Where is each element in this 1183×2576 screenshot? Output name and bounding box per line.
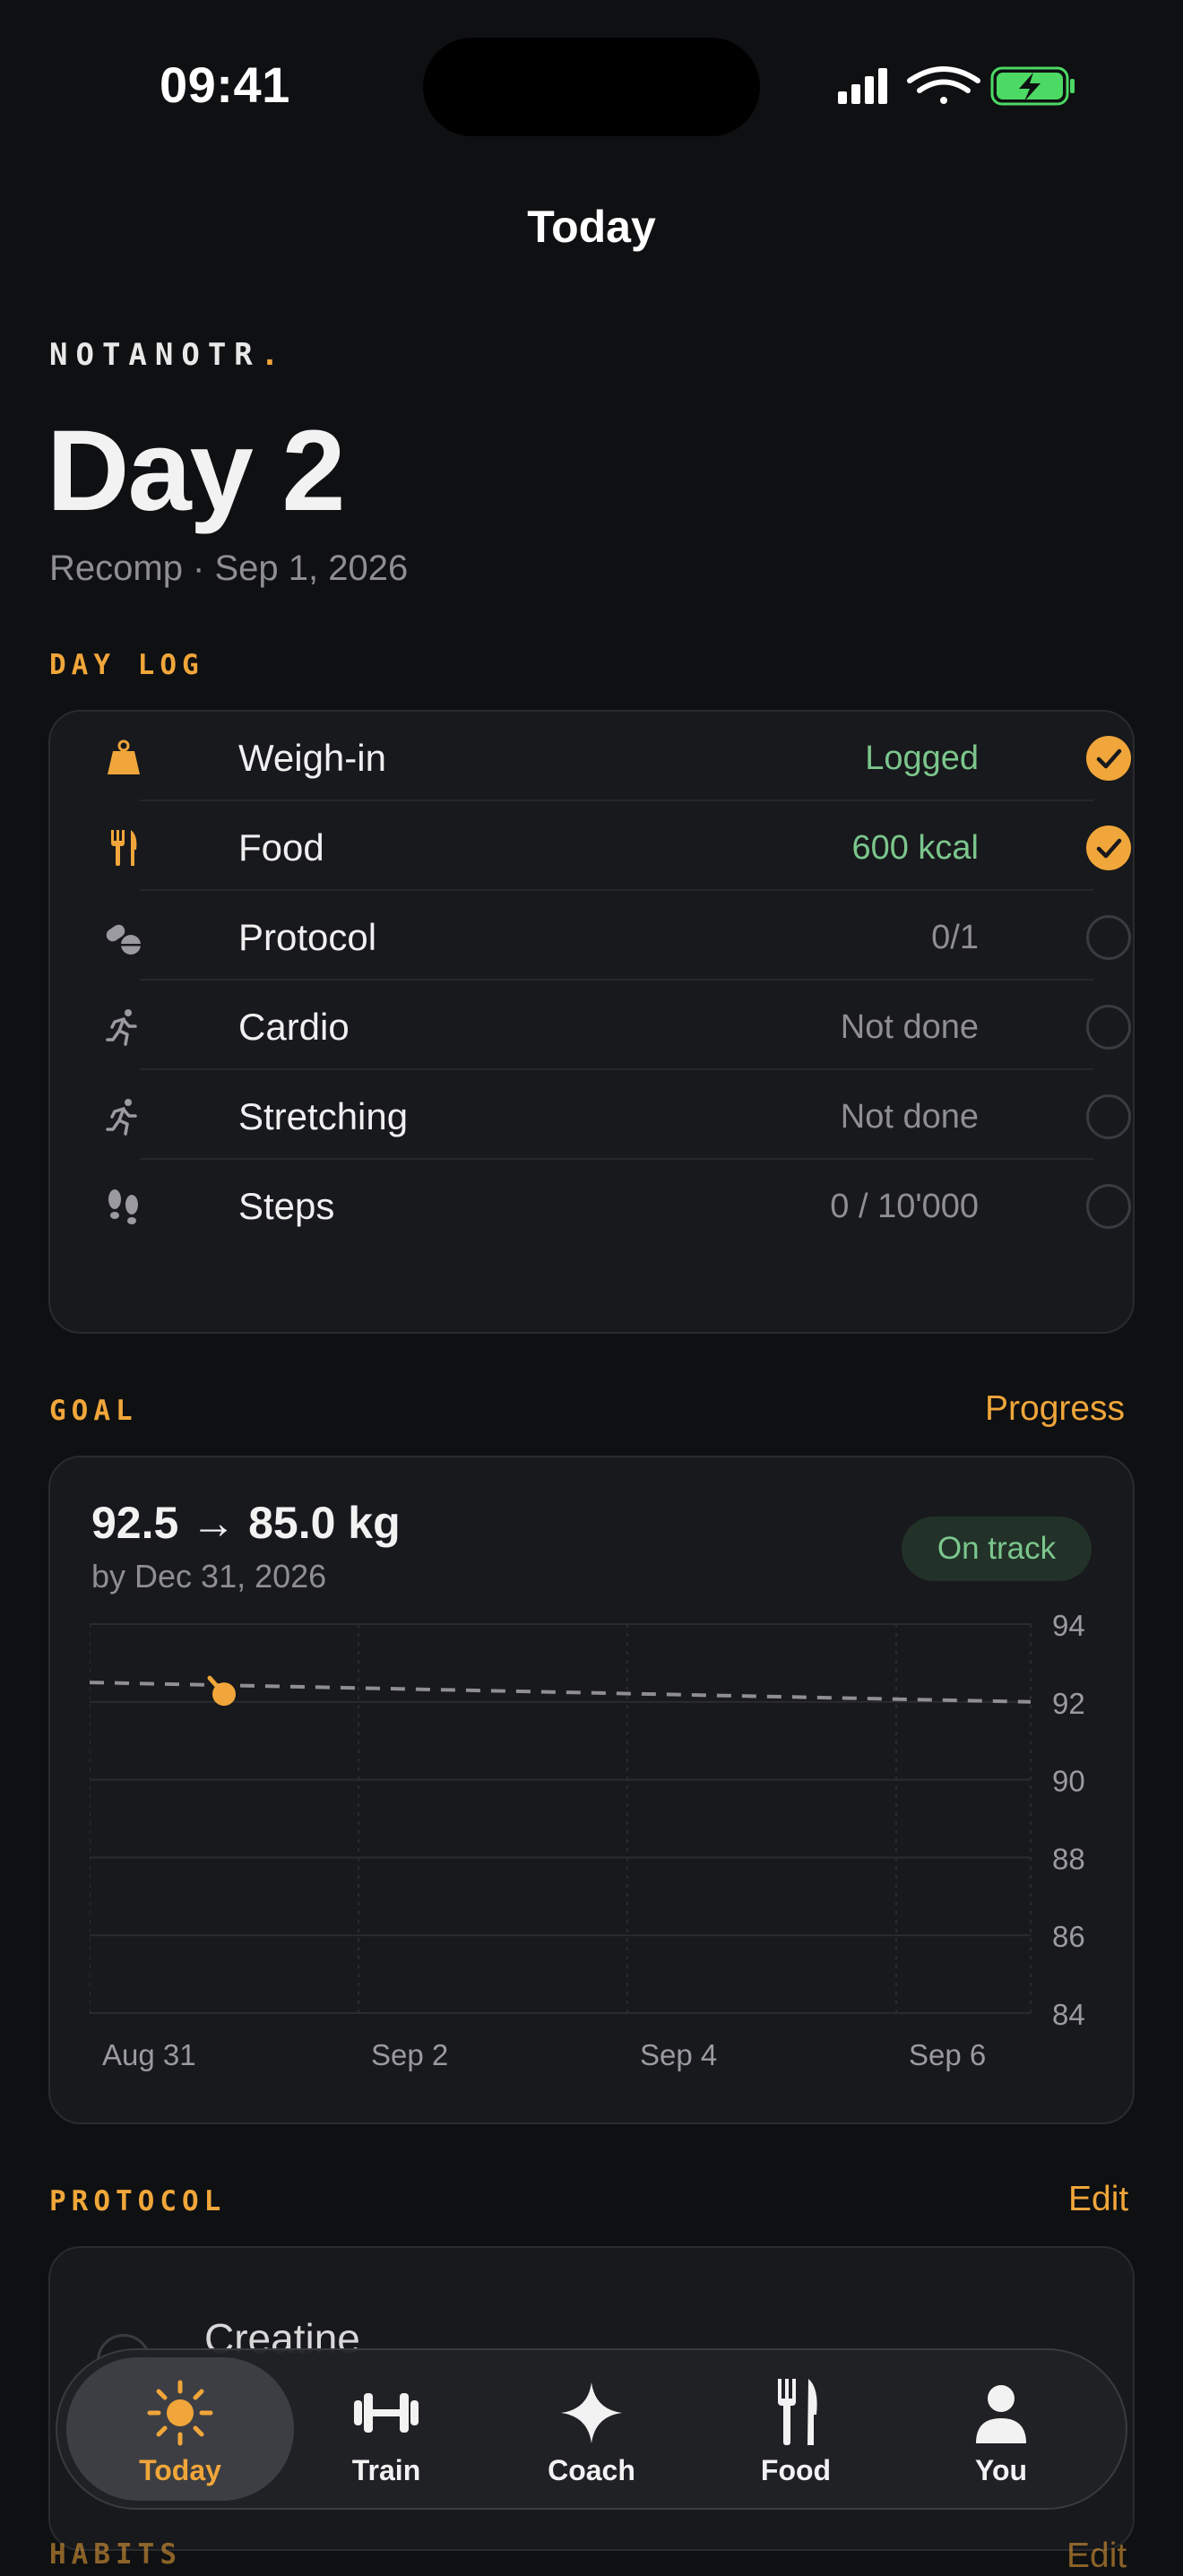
day-log-row-steps[interactable]: Steps 0 / 10'000 bbox=[93, 1160, 1138, 1249]
chart-grid bbox=[90, 1623, 1032, 2014]
tab-coach[interactable]: Coach bbox=[490, 2357, 693, 2501]
checkbox[interactable] bbox=[1086, 915, 1131, 960]
chart-x-tick-label: Sep 4 bbox=[640, 2038, 717, 2071]
chart-x-tick-label: Sep 6 bbox=[909, 2038, 986, 2071]
row-value: Not done bbox=[840, 1008, 979, 1046]
row-label: Protocol bbox=[238, 916, 377, 958]
chart-y-tick-label: 84 bbox=[1052, 1998, 1085, 2031]
chart-x-tick-label: Aug 31 bbox=[102, 2038, 196, 2071]
person-icon bbox=[976, 2385, 1026, 2443]
dumbbell-icon bbox=[354, 2393, 419, 2433]
tab-train[interactable]: Train bbox=[285, 2357, 488, 2501]
chart-y-tick-label: 88 bbox=[1052, 1842, 1085, 1875]
section-label-goal: GOAL bbox=[49, 1395, 138, 1427]
footsteps-icon bbox=[108, 1189, 138, 1224]
tab-label: You bbox=[974, 2454, 1028, 2486]
section-label-habits: HABITS bbox=[49, 2538, 182, 2571]
chart-x-tick-label: Sep 2 bbox=[371, 2038, 448, 2071]
chart-y-ticks: 94 92 90 88 86 84 bbox=[1052, 1613, 1085, 2031]
pills-icon bbox=[106, 924, 141, 955]
protocol-edit-link[interactable]: Edit bbox=[1068, 2180, 1128, 2219]
check-icon[interactable] bbox=[1086, 826, 1131, 870]
row-value: 600 kcal bbox=[851, 829, 979, 867]
tab-label: Train bbox=[351, 2454, 421, 2486]
brand-wordmark: NOTANOTR. bbox=[49, 337, 287, 373]
row-label: Stretching bbox=[238, 1095, 409, 1137]
running-icon bbox=[106, 1009, 137, 1046]
weight-icon bbox=[108, 739, 140, 774]
tab-label: Food bbox=[760, 2454, 832, 2486]
sun-icon bbox=[147, 2380, 213, 2446]
tab-today[interactable]: Today bbox=[66, 2357, 294, 2501]
fork-knife-icon bbox=[778, 2379, 817, 2445]
chart-data-point bbox=[212, 1682, 236, 1707]
chart-y-tick-label: 92 bbox=[1052, 1687, 1085, 1720]
brand-name: NOTANOTR bbox=[49, 337, 261, 373]
row-value: Logged bbox=[865, 739, 979, 777]
chart-x-ticks: Aug 31 Sep 2 Sep 4 Sep 6 bbox=[102, 2038, 986, 2071]
page-title: Day 2 bbox=[47, 407, 346, 535]
nav-title: Today bbox=[527, 202, 656, 252]
goal-summary: 92.5 → 85.0 kg bbox=[91, 1498, 401, 1548]
signal-icon bbox=[838, 68, 887, 104]
row-value: 0 / 10'000 bbox=[830, 1188, 979, 1225]
fork-knife-icon bbox=[111, 830, 137, 866]
page-subtitle: Recomp · Sep 1, 2026 bbox=[49, 549, 409, 588]
status-badge: On track bbox=[902, 1517, 1092, 1581]
chart-y-tick-label: 86 bbox=[1052, 1920, 1085, 1953]
wifi-icon bbox=[907, 66, 980, 104]
day-log-row-stretching[interactable]: Stretching Not done bbox=[93, 1070, 1138, 1160]
tab-you[interactable]: You bbox=[900, 2357, 1102, 2501]
chart-y-tick-label: 90 bbox=[1052, 1765, 1085, 1798]
row-label: Weigh-in bbox=[238, 737, 386, 779]
row-value: 0/1 bbox=[931, 919, 979, 956]
day-log-row-protocol[interactable]: Protocol 0/1 bbox=[93, 891, 1138, 981]
sparkle-icon bbox=[561, 2382, 622, 2443]
tab-label: Coach bbox=[548, 2454, 635, 2486]
progress-link[interactable]: Progress bbox=[985, 1389, 1125, 1429]
day-log-row-weigh-in[interactable]: Weigh-in Logged bbox=[93, 712, 1138, 801]
goal-deadline: by Dec 31, 2026 bbox=[91, 1558, 327, 1595]
checkbox[interactable] bbox=[1086, 1005, 1131, 1050]
checkbox[interactable] bbox=[1086, 1094, 1131, 1139]
check-icon[interactable] bbox=[1086, 736, 1131, 781]
checkbox[interactable] bbox=[1086, 1184, 1131, 1229]
habits-edit-link[interactable]: Edit bbox=[1066, 2537, 1127, 2576]
row-value: Not done bbox=[840, 1098, 979, 1136]
running-icon bbox=[106, 1099, 137, 1136]
row-label: Cardio bbox=[238, 1006, 350, 1048]
dynamic-island bbox=[423, 38, 760, 136]
tab-food[interactable]: Food bbox=[695, 2357, 897, 2501]
weight-chart: 94 92 90 88 86 84 Aug 31 Sep 2 Sep 4 Sep 6 bbox=[90, 1613, 1085, 2071]
row-label: Steps bbox=[238, 1185, 335, 1227]
day-log-row-cardio[interactable]: Cardio Not done bbox=[93, 981, 1138, 1070]
status-icons bbox=[838, 66, 1075, 106]
section-label-day-log: DAY LOG bbox=[49, 649, 204, 681]
day-log-row-food[interactable]: Food 600 kcal bbox=[93, 801, 1138, 891]
status-time: 09:41 bbox=[160, 56, 290, 113]
tab-label: Today bbox=[139, 2454, 221, 2486]
chart-y-tick-label: 94 bbox=[1052, 1613, 1085, 1642]
day-log-card: Weigh-in Logged Food 600 kcal Protocol 0… bbox=[48, 710, 1135, 1334]
battery-charging-icon bbox=[990, 66, 1075, 106]
row-label: Food bbox=[238, 826, 324, 869]
section-label-protocol: PROTOCOL bbox=[49, 2185, 227, 2217]
brand-dot: . bbox=[260, 337, 288, 373]
